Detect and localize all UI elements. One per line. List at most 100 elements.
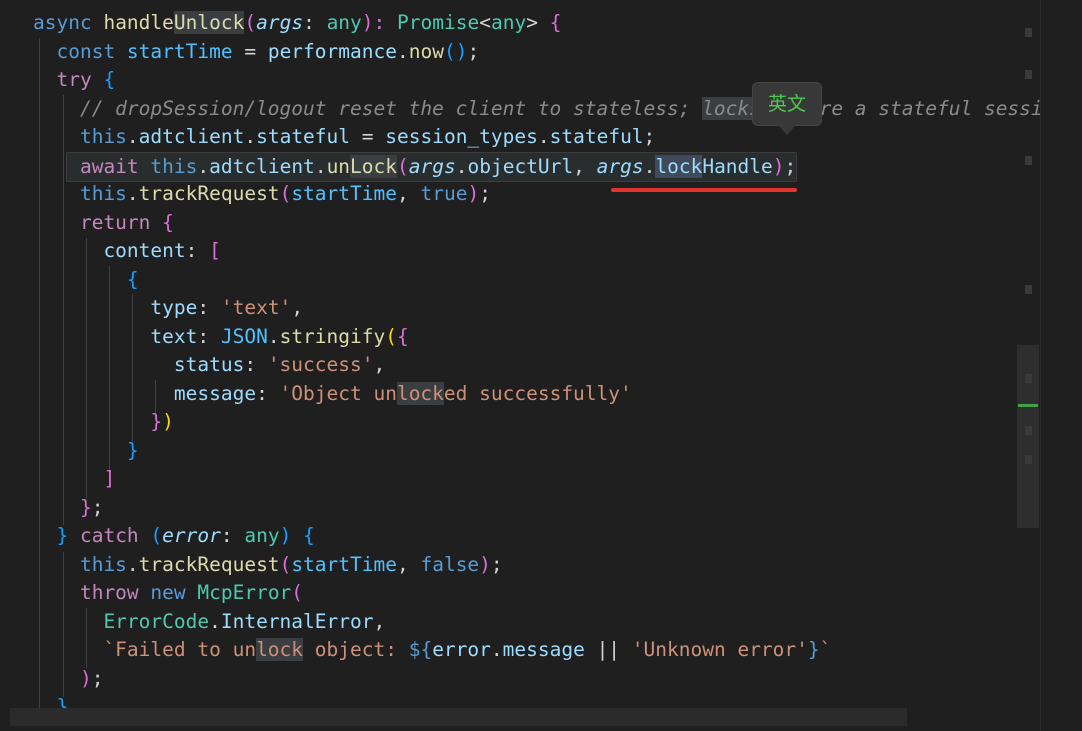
code-token: ()	[443, 39, 468, 63]
code-line[interactable]: );	[33, 665, 1040, 694]
code-token: object:	[303, 638, 409, 661]
overview-ruler-mark	[1025, 28, 1032, 37]
code-token: trackRequest	[138, 552, 280, 576]
vertical-scrollbar-track[interactable]	[1040, 0, 1082, 731]
code-content[interactable]: async handleUnlock(args: any): Promise<a…	[33, 9, 1040, 722]
code-token: (	[150, 524, 163, 547]
code-token: Promise	[397, 11, 480, 34]
code-token: // dropSession/logout reset the client t…	[33, 96, 703, 120]
code-line[interactable]: } catch (error: any) {	[33, 522, 1040, 551]
code-line[interactable]: async handleUnlock(args: any): Promise<a…	[33, 9, 1040, 38]
code-line[interactable]: status: 'success',	[33, 351, 1040, 380]
code-token: (	[397, 154, 409, 178]
overview-ruler-mark	[1025, 156, 1032, 165]
code-line[interactable]: {	[33, 266, 1040, 295]
code-editor[interactable]: async handleUnlock(args: any): Promise<a…	[0, 0, 1040, 731]
code-line[interactable]: try {	[33, 66, 1040, 95]
code-token: ):	[361, 11, 398, 34]
code-token: this	[33, 182, 127, 205]
code-token: .	[490, 638, 503, 661]
code-token: any	[490, 11, 527, 34]
code-token: =	[350, 125, 386, 148]
horizontal-scrollbar[interactable]	[10, 708, 907, 726]
code-token: {	[303, 524, 315, 547]
code-line[interactable]: };	[33, 494, 1040, 523]
code-token: const	[33, 39, 127, 63]
code-line[interactable]: this.trackRequest(startTime, false);	[33, 551, 1040, 580]
code-token: adtclient	[138, 125, 245, 148]
code-token: }	[33, 524, 80, 547]
code-token: .	[537, 125, 550, 148]
code-token: `Failed to un	[33, 638, 257, 661]
highlighted-statement: await this.adtclient.unLock(args.objectU…	[65, 151, 798, 182]
code-token: ;	[91, 495, 104, 519]
code-token: error	[432, 638, 491, 661]
code-token: InternalError	[220, 609, 374, 633]
code-line[interactable]: await this.adtclient.unLock(args.objectU…	[33, 151, 1040, 182]
code-token: startTime	[291, 182, 397, 205]
code-token: Unlock	[173, 11, 245, 34]
code-token: McpError	[197, 581, 292, 604]
code-token: new	[150, 581, 198, 604]
code-token: objectUrl	[467, 154, 574, 178]
code-token: performance	[267, 39, 397, 63]
code-token: (	[279, 552, 292, 576]
code-token: )	[79, 666, 92, 690]
code-token: )	[279, 524, 304, 547]
code-line[interactable]: text: JSON.stringify({	[33, 323, 1040, 352]
code-line[interactable]: }	[33, 437, 1040, 466]
code-token: ;	[490, 552, 503, 576]
code-line[interactable]: return {	[33, 209, 1040, 238]
code-token: ,	[573, 154, 597, 178]
overview-ruler-change-marker	[1018, 404, 1038, 407]
code-line[interactable]: const startTime = performance.now();	[33, 38, 1040, 67]
code-token: Lock	[350, 154, 398, 178]
code-line[interactable]: ErrorCode.InternalError,	[33, 608, 1040, 637]
code-line[interactable]: message: 'Object unlocked successfully'	[33, 380, 1040, 409]
code-token: .	[197, 154, 210, 178]
code-token: 'text'	[220, 296, 292, 319]
code-token: )	[479, 552, 491, 576]
code-token: Handle	[702, 154, 773, 178]
code-token: }	[33, 438, 139, 462]
code-token: {	[162, 210, 174, 234]
code-token: stateful	[549, 125, 644, 148]
vertical-scrollbar-thumb[interactable]	[1017, 345, 1039, 528]
code-line[interactable]: `Failed to unlock object: ${error.messag…	[33, 636, 1040, 665]
code-token: }	[33, 495, 92, 519]
code-token: .	[126, 182, 139, 205]
code-line[interactable]: ]	[33, 465, 1040, 494]
code-line[interactable]: })	[33, 408, 1040, 437]
code-token: .	[209, 609, 221, 633]
code-token: now	[408, 39, 444, 63]
code-line[interactable]: this.trackRequest(startTime, true);	[33, 180, 1040, 209]
code-token: ErrorCode	[33, 609, 210, 633]
code-token: <	[479, 11, 491, 34]
code-token: ;	[479, 182, 491, 205]
code-token: .	[455, 154, 468, 178]
code-token: JSON	[220, 324, 268, 348]
code-line[interactable]: this.adtclient.stateful = session_types.…	[33, 123, 1040, 152]
code-token: 'Object un	[279, 381, 397, 405]
code-token: this	[150, 154, 198, 178]
overview-ruler-mark	[1025, 426, 1032, 435]
code-token: startTime	[126, 39, 233, 63]
code-token: :	[256, 381, 280, 405]
code-token: ;	[467, 39, 480, 63]
code-token: {	[103, 68, 116, 91]
code-token: ed successfully'	[443, 381, 632, 405]
code-token: (	[279, 182, 292, 205]
code-token: )	[772, 154, 785, 178]
code-line[interactable]: // dropSession/logout reset the client t…	[33, 95, 1040, 124]
code-line[interactable]: type: 'text',	[33, 294, 1040, 323]
overview-ruler-mark	[1025, 285, 1032, 294]
code-line[interactable]: content: [	[33, 237, 1040, 266]
code-token: 'Unknown error'	[631, 638, 808, 661]
code-token: ]	[33, 467, 116, 490]
code-token: .	[396, 39, 409, 63]
code-token: ,	[373, 353, 386, 376]
code-token: )	[162, 410, 174, 433]
code-line[interactable]: throw new McpError(	[33, 579, 1040, 608]
code-token: :	[303, 11, 327, 34]
